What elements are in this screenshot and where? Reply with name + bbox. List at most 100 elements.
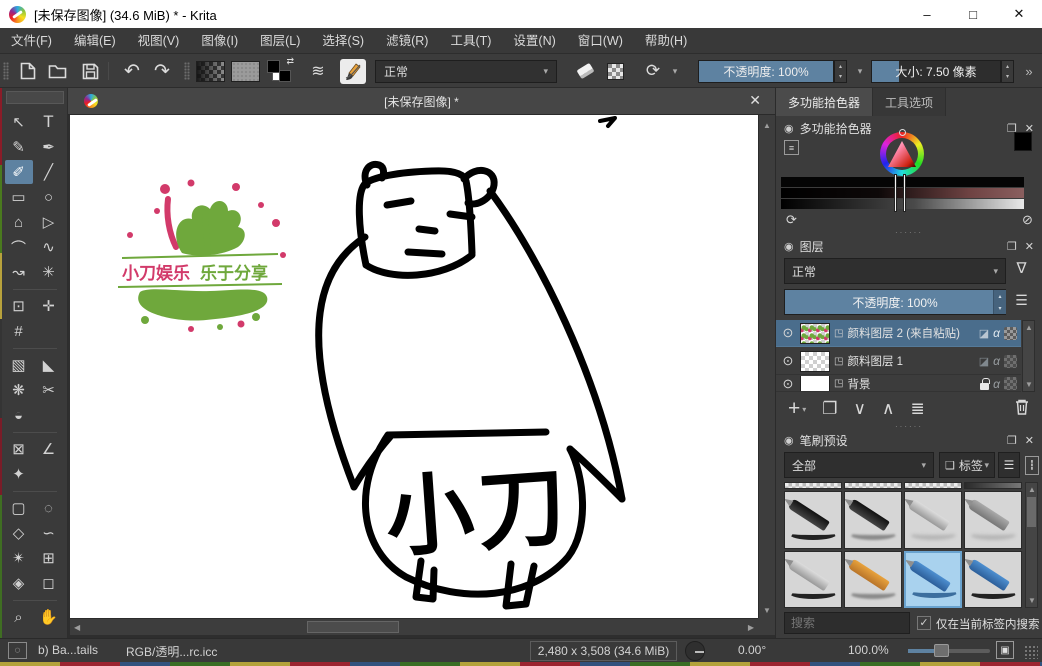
close-button[interactable]: ✕: [996, 0, 1042, 28]
menu-filter[interactable]: 滤镜(R): [375, 28, 439, 54]
toolbar-overflow-button[interactable]: »: [1020, 60, 1038, 82]
zoom-slider[interactable]: [908, 649, 990, 653]
selection-display-icon[interactable]: ◌: [8, 642, 27, 659]
brush-grid-scrollbar[interactable]: ▲ ▼: [1025, 482, 1038, 608]
brush-filter-combo[interactable]: 全部 ▾: [784, 452, 934, 478]
tool-bezier-select[interactable]: ◻: [35, 571, 63, 595]
image-dimensions[interactable]: 2,480 x 3,508 (34.6 MiB): [530, 641, 677, 661]
layer-style-icon[interactable]: ◪: [979, 355, 989, 368]
brush-tile-blue-pencil[interactable]: [964, 551, 1022, 608]
scroll-up-icon[interactable]: ▲: [763, 121, 771, 130]
menu-layer[interactable]: 图层(L): [249, 28, 311, 54]
spin-up-icon[interactable]: ▴: [839, 63, 842, 70]
scrollbar-thumb[interactable]: [307, 621, 399, 633]
layer-list-scrollbar[interactable]: ▲ ▼: [1022, 320, 1035, 392]
opacity-slider[interactable]: 不透明度: 100%: [698, 60, 834, 83]
open-document-button[interactable]: [45, 60, 69, 82]
canvas-rotation-dial[interactable]: [685, 641, 705, 661]
menu-settings[interactable]: 设置(N): [502, 28, 566, 54]
tool-pattern-edit[interactable]: ❋: [5, 378, 33, 402]
brush-tile-partial[interactable]: [964, 482, 1022, 489]
layer-name[interactable]: 颜料图层 1: [847, 353, 978, 369]
float-panel-icon[interactable]: ❐: [1007, 434, 1017, 447]
document-close-icon[interactable]: ✕: [749, 92, 761, 109]
tool-polygon-select[interactable]: ◇: [5, 521, 33, 545]
add-layer-dropdown[interactable]: ▾: [802, 405, 806, 414]
tool-measure[interactable]: ∠: [35, 437, 63, 461]
tool-ellipse-select[interactable]: ◌: [35, 496, 63, 520]
layer-blend-mode-combo[interactable]: 正常 ▾: [784, 258, 1006, 284]
tool-color-picker[interactable]: ◣: [35, 353, 63, 377]
tool-zoom[interactable]: ⌕: [5, 605, 33, 629]
move-layer-up-button[interactable]: ∧: [882, 399, 894, 419]
undo-button[interactable]: ↶: [120, 60, 144, 82]
canvas[interactable]: 小刀娱乐 乐于分享: [70, 115, 758, 618]
menu-edit[interactable]: 编辑(E): [63, 28, 127, 54]
layer-opacity-spinner[interactable]: ▴ ▾: [993, 290, 1006, 314]
tool-transform[interactable]: ⊡: [5, 294, 33, 318]
layer-row-paint1[interactable]: ⊙ ◳ 颜料图层 1 ◪ α: [776, 348, 1021, 375]
tool-transform-select[interactable]: ↖: [5, 110, 33, 134]
spin-down-icon[interactable]: ▾: [1006, 73, 1009, 80]
canvas-horizontal-scrollbar[interactable]: ◀ ▶: [70, 618, 758, 635]
swap-colors-icon[interactable]: ⇄: [286, 56, 294, 67]
tool-similar-select[interactable]: ⊞: [35, 546, 63, 570]
layer-thumbnail[interactable]: [800, 376, 830, 392]
scroll-left-icon[interactable]: ◀: [74, 623, 80, 632]
menu-view[interactable]: 视图(V): [127, 28, 191, 54]
spin-down-icon[interactable]: ▾: [998, 305, 1001, 312]
menu-help[interactable]: 帮助(H): [634, 28, 698, 54]
opacity-dropdown-arrow[interactable]: ▾: [852, 60, 868, 82]
tool-calligraphy[interactable]: ✒: [35, 135, 63, 159]
duplicate-layer-button[interactable]: ❐: [822, 399, 837, 419]
visibility-eye-icon[interactable]: ⊙: [776, 325, 800, 341]
tool-ellipse[interactable]: ○: [35, 185, 63, 209]
brush-preset-chooser-button[interactable]: ≋: [306, 60, 330, 82]
scrollbar-thumb[interactable]: [1027, 497, 1036, 527]
search-scope-checkbox[interactable]: ✓: [917, 616, 931, 630]
tool-gradient[interactable]: ▧: [5, 353, 33, 377]
layer-thumbnail[interactable]: [800, 323, 830, 344]
brush-tile-orange-brush[interactable]: [844, 551, 902, 608]
tool-smart-patch[interactable]: ✂: [35, 378, 63, 402]
blend-mode-combo[interactable]: 正常 ▾: [375, 60, 557, 83]
strip-marker[interactable]: [903, 174, 906, 212]
toolbox-header[interactable]: [6, 91, 64, 104]
current-color-swatch[interactable]: [1014, 132, 1032, 151]
color-wheel[interactable]: [880, 132, 924, 176]
tool-wand-select[interactable]: ✴: [5, 546, 33, 570]
refresh-colors-icon[interactable]: ⟳: [784, 212, 799, 227]
brush-tile-watercolor-selected[interactable]: [904, 551, 962, 608]
opacity-spinner[interactable]: ▴▾: [834, 60, 847, 83]
layer-opacity-slider[interactable]: 不透明度: 100%: [784, 289, 1006, 315]
layer-row-background[interactable]: ⊙ ◳ 背景 α: [776, 376, 1021, 392]
brush-tile-partial[interactable]: [844, 482, 902, 489]
alpha-inherit-icon[interactable]: [1004, 327, 1017, 340]
layer-thumbnail[interactable]: [800, 351, 830, 372]
tool-polyline[interactable]: ▷: [35, 210, 63, 234]
brush-editor-button[interactable]: [340, 59, 366, 84]
brush-tile-marker[interactable]: [844, 491, 902, 549]
add-layer-button[interactable]: +: [788, 397, 800, 421]
brush-search-input[interactable]: [784, 612, 910, 634]
maximize-button[interactable]: □: [950, 0, 996, 28]
menu-file[interactable]: 文件(F): [0, 28, 63, 54]
reload-dropdown-arrow[interactable]: ▾: [668, 60, 682, 82]
brush-view-menu-button[interactable]: ☰: [998, 452, 1020, 478]
brush-tile-partial[interactable]: [904, 482, 962, 489]
tool-magnetic-select[interactable]: ◈: [5, 571, 33, 595]
tool-rect-select[interactable]: ▢: [5, 496, 33, 520]
alpha-lock-icon[interactable]: α: [993, 354, 1000, 368]
scroll-up-icon[interactable]: ▲: [1028, 485, 1036, 494]
brush-tile-partial[interactable]: [784, 482, 842, 489]
save-button[interactable]: [78, 60, 102, 82]
alpha-lock-icon[interactable]: α: [993, 326, 1000, 340]
new-document-button[interactable]: [16, 60, 40, 82]
spin-down-icon[interactable]: ▾: [839, 73, 842, 80]
alpha-inherit-icon[interactable]: [1004, 355, 1017, 368]
minimize-button[interactable]: –: [904, 0, 950, 28]
tab-tool-options[interactable]: 工具选项: [873, 88, 946, 116]
float-panel-icon[interactable]: ❐: [1007, 240, 1017, 253]
preserve-alpha-button[interactable]: [603, 60, 627, 82]
menu-image[interactable]: 图像(I): [190, 28, 249, 54]
